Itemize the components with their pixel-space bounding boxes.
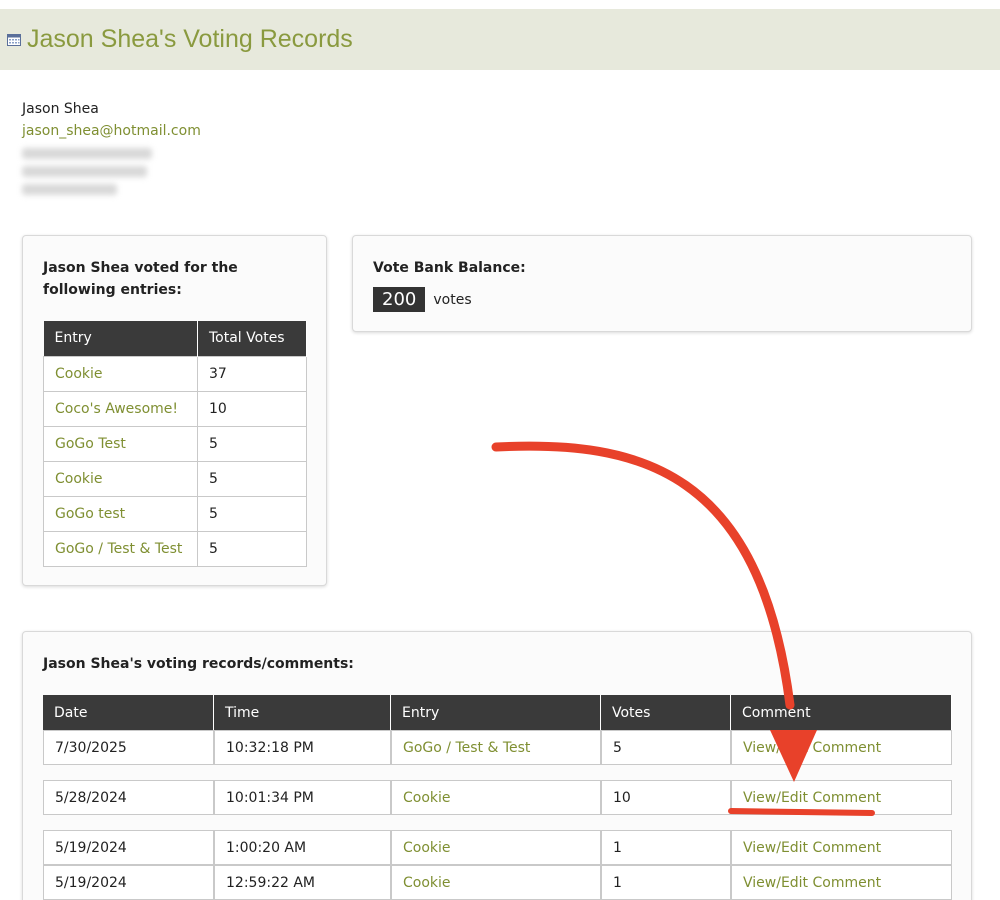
total-votes-cell: 5 [197,495,307,532]
balance-row: 200 votes [373,287,472,312]
column-header-time: Time [214,695,391,730]
table-row: 5/19/2024 12:59:22 AM Cookie 1 View/Edit Com… [43,865,952,900]
view-edit-comment-link[interactable]: View/Edit Comment [743,740,881,756]
entry-link[interactable]: Cookie [403,790,451,806]
votes-cell: 5 [601,730,731,765]
calendar-icon [7,33,21,46]
column-header-votes: Votes [601,695,731,730]
entry-cell: Cookie [43,460,198,497]
comment-cell: View/Edit Comment [731,865,952,900]
total-votes-cell: 5 [197,460,307,497]
date-cell: 5/28/2024 [43,780,214,815]
column-header-entry: Entry [391,695,601,730]
comment-cell: View/Edit Comment [731,780,952,815]
records-table: Date Time Entry Votes Comment 7/30/2025 1… [43,695,952,900]
entry-link[interactable]: Cookie [55,471,103,487]
table-row: Cookie 5 [43,460,307,497]
user-info: Jason Shea jason_shea@hotmail.com [22,98,201,202]
entry-link[interactable]: GoGo test [55,506,125,522]
table-row: GoGo test 5 [43,495,307,532]
table-row: 5/28/2024 10:01:34 PM Cookie 10 View/Edit Co… [43,780,952,815]
total-votes-cell: 10 [197,390,307,427]
total-votes-cell: 5 [197,425,307,462]
entry-cell: GoGo Test [43,425,198,462]
table-row: Cookie 37 [43,355,307,392]
entries-table: Entry Total Votes Cookie 37 Coco's Awesome… [43,321,307,567]
votes-cell: 1 [601,865,731,900]
page-title: Jason Shea's Voting Records [27,25,353,53]
balance-amount-badge: 200 [373,287,426,312]
records-heading: Jason Shea's voting records/comments: [43,656,354,672]
date-cell: 5/19/2024 [43,865,214,900]
view-edit-comment-link[interactable]: View/Edit Comment [743,840,881,856]
entry-link[interactable]: GoGo / Test & Test [403,740,530,756]
entry-link[interactable]: GoGo / Test & Test [55,541,182,557]
table-row: Coco's Awesome! 10 [43,390,307,427]
table-row: 5/19/2024 1:00:20 AM Cookie 1 View/Edit Comm… [43,830,952,865]
column-header-total-votes: Total Votes [197,321,307,356]
redacted-address [22,148,162,195]
entry-link[interactable]: Cookie [55,366,103,382]
table-row: GoGo / Test & Test 5 [43,530,307,567]
time-cell: 12:59:22 AM [214,865,391,900]
entry-cell: GoGo / Test & Test [43,530,198,567]
page-header: Jason Shea's Voting Records [0,9,1000,70]
total-votes-cell: 5 [197,530,307,567]
entry-cell: Coco's Awesome! [43,390,198,427]
balance-heading: Vote Bank Balance: [373,260,526,276]
view-edit-comment-link[interactable]: View/Edit Comment [743,790,881,806]
row-spacer [43,765,952,780]
votes-cell: 10 [601,780,731,815]
column-header-entry: Entry [43,321,198,356]
total-votes-cell: 37 [197,355,307,392]
entry-link[interactable]: GoGo Test [55,436,126,452]
row-spacer [43,815,952,830]
records-card: Jason Shea's voting records/comments: Da… [22,631,972,900]
entry-cell: Cookie [391,830,601,865]
entry-cell: Cookie [391,865,601,900]
entry-link[interactable]: Coco's Awesome! [55,401,178,417]
entries-heading: Jason Shea voted for the following entri… [43,260,238,298]
votes-cell: 1 [601,830,731,865]
entry-cell: GoGo / Test & Test [391,730,601,765]
entry-cell: Cookie [391,780,601,815]
comment-cell: View/Edit Comment [731,730,952,765]
balance-unit: votes [433,291,472,308]
row-spacer-cell [43,815,952,830]
user-name: Jason Shea [22,101,99,117]
comment-cell: View/Edit Comment [731,830,952,865]
date-cell: 7/30/2025 [43,730,214,765]
column-header-comment: Comment [731,695,952,730]
user-email[interactable]: jason_shea@hotmail.com [22,120,201,142]
column-header-date: Date [43,695,214,730]
date-cell: 5/19/2024 [43,830,214,865]
records-table-body: 7/30/2025 10:32:18 PM GoGo / Test & Test 5 V… [43,730,952,900]
row-spacer-cell [43,765,952,780]
time-cell: 10:32:18 PM [214,730,391,765]
table-row: GoGo Test 5 [43,425,307,462]
time-cell: 10:01:34 PM [214,780,391,815]
view-edit-comment-link[interactable]: View/Edit Comment [743,875,881,891]
table-row: 7/30/2025 10:32:18 PM GoGo / Test & Test 5 V… [43,730,952,765]
entry-cell: GoGo test [43,495,198,532]
entries-table-body: Cookie 37 Coco's Awesome! 10 GoGo Test 5 Cooki… [43,355,307,567]
entry-link[interactable]: Cookie [403,875,451,891]
entry-link[interactable]: Cookie [403,840,451,856]
entry-cell: Cookie [43,355,198,392]
time-cell: 1:00:20 AM [214,830,391,865]
entries-card: Jason Shea voted for the following entri… [22,235,327,586]
balance-card: Vote Bank Balance: 200 votes [352,235,972,332]
